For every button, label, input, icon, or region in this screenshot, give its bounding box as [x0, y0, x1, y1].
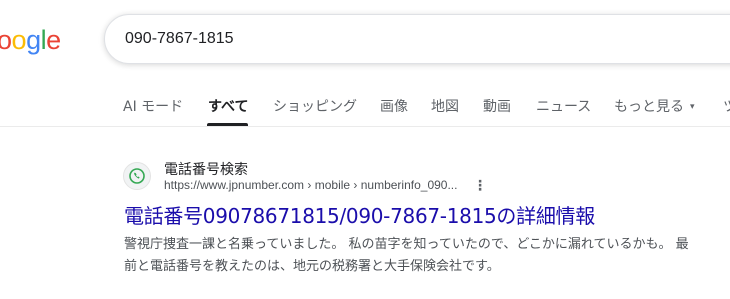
tab-overflow[interactable]: ツ	[723, 96, 730, 116]
more-vert-icon[interactable]: ⋮	[473, 177, 487, 193]
search-tabs: AI モード すべて ショッピング 画像 地図 動画 ニュース もっと見る ▾ ツ	[0, 86, 730, 127]
site-favicon[interactable]	[123, 162, 151, 190]
tab-news[interactable]: ニュース	[536, 96, 591, 116]
tab-more-label: もっと見る	[614, 99, 684, 115]
logo-letter: o	[11, 25, 27, 55]
active-tab-indicator	[207, 123, 248, 126]
result-title-link[interactable]: 電話番号09078671815/090-7867-1815の詳細情報	[124, 200, 595, 229]
chevron-down-icon: ▾	[690, 102, 695, 112]
google-logo[interactable]: oogle	[0, 20, 61, 60]
search-results-page: oogle AI モード すべて ショッピング 画像 地図 動画 ニュース もっ…	[0, 0, 730, 299]
logo-letter: e	[46, 25, 61, 55]
result-url[interactable]: https://www.jpnumber.com › mobile › numb…	[164, 178, 457, 192]
tab-ai-mode[interactable]: AI モード	[123, 96, 183, 116]
tab-all[interactable]: すべて	[208, 96, 248, 116]
search-input[interactable]	[125, 28, 625, 50]
snippet-line: 警視庁捜査一課と名乗っていました。 私の苗字を知っていたので、どこかに漏れている…	[124, 237, 689, 252]
result-snippet: 警視庁捜査一課と名乗っていました。 私の苗字を知っていたので、どこかに漏れている…	[124, 234, 730, 278]
logo-letter: o	[0, 25, 12, 55]
tab-maps[interactable]: 地図	[431, 96, 459, 116]
tab-more[interactable]: もっと見る ▾	[614, 96, 695, 116]
result-site-name[interactable]: 電話番号検索	[164, 159, 248, 179]
search-box[interactable]	[104, 14, 730, 64]
phone-icon	[129, 168, 145, 184]
tab-images[interactable]: 画像	[380, 96, 408, 116]
snippet-line: 前と電話番号を教えたのは、地元の税務署と大手保険会社です。	[124, 259, 500, 274]
logo-letter: g	[26, 25, 41, 55]
tab-videos[interactable]: 動画	[483, 96, 511, 116]
tab-shopping[interactable]: ショッピング	[273, 96, 357, 116]
